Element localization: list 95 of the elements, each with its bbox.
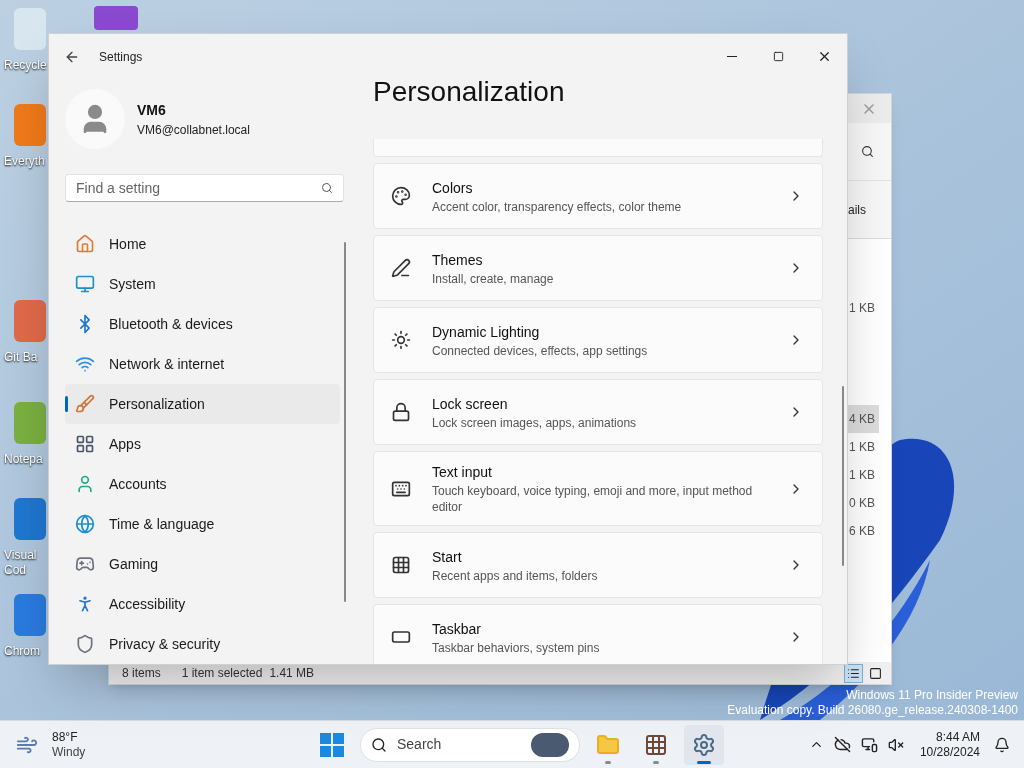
monitor-icon [75, 274, 95, 294]
setting-card[interactable]: Colors Accent color, transparency effects, color theme [373, 163, 823, 229]
window-title: Settings [99, 48, 143, 66]
nav-item[interactable]: System [65, 264, 340, 304]
file-size-cell-text: 1 KB [848, 467, 876, 484]
nav-item[interactable]: Bluetooth & devices [65, 304, 340, 344]
person-icon [75, 474, 95, 494]
nav-item[interactable]: Privacy & security [65, 624, 340, 664]
square-icon [869, 666, 882, 680]
nav-item[interactable]: Personalization [65, 384, 340, 424]
shortcut-label: Visual [4, 548, 37, 563]
wifi-icon [75, 354, 95, 374]
shortcut-label: Everyth [4, 154, 45, 169]
file-size-cell-text: 6 KB [848, 523, 876, 540]
gamepad-icon [75, 554, 95, 574]
setting-card[interactable]: Lock screen Lock screen images, apps, animations [373, 379, 823, 445]
page-title: Personalization [373, 75, 566, 109]
shield-icon [75, 634, 95, 654]
card-title: Taskbar [432, 619, 483, 639]
setting-card[interactable]: Start Recent apps and items, folders [373, 532, 823, 598]
toolbar-label[interactable]: ails [848, 200, 866, 219]
selection-status: 1 item selected [181, 665, 263, 682]
card-description: Recent apps and items, folders [432, 567, 599, 584]
app-shortcut-icon[interactable] [14, 300, 46, 342]
home-icon [75, 234, 95, 254]
network-icon[interactable] [860, 736, 878, 753]
card-title: Start [432, 547, 463, 567]
user-email: VM6@collabnet.local [137, 121, 250, 139]
nav-item[interactable]: Accessibility [65, 584, 340, 624]
volume-muted-icon[interactable] [887, 736, 904, 753]
taskbar-app-button[interactable] [684, 724, 724, 765]
shortcut-label: Recycle [4, 58, 47, 73]
search-icon [371, 736, 387, 753]
find-setting-field[interactable]: Find a setting [65, 174, 344, 202]
weather-condition: Windy [52, 744, 86, 760]
search-icon [321, 182, 333, 194]
details-view-button[interactable] [844, 663, 863, 683]
clock-date: 10/28/2024 [919, 744, 980, 760]
setting-card[interactable]: Text input Touch keyboard, voice typing, emoji and more, input method editor [373, 451, 823, 526]
card-title: Themes [432, 250, 484, 270]
nav-item[interactable]: Network & internet [65, 344, 340, 384]
nav-item[interactable]: Home [65, 224, 340, 264]
shortcut-label: Git Ba [4, 350, 38, 365]
start-button[interactable] [320, 732, 344, 757]
nav-item[interactable]: Time & language [65, 504, 340, 544]
file-size-cell-text: 0 KB [848, 495, 876, 512]
palette-icon [391, 186, 411, 206]
card-title: Colors [432, 178, 474, 198]
shortcut-label: Notepa [4, 452, 43, 467]
notification-bell-icon[interactable] [994, 736, 1010, 753]
apps-icon [75, 434, 95, 454]
pen-icon [391, 258, 411, 278]
card-title: Text input [432, 463, 493, 482]
card-description: Install, create, manage [432, 270, 555, 287]
nav-item[interactable]: Apps [65, 424, 340, 464]
card-description: Lock screen images, apps, animations [432, 414, 638, 431]
brush-icon [75, 394, 95, 414]
file-size-cell-text: 1 KB [848, 300, 876, 317]
watermark-text: Windows 11 Pro Insider Preview [846, 688, 1018, 703]
card-description: Touch keyboard, voice typing, emoji and more, input method editor [432, 483, 754, 515]
user-name: VM6 [137, 100, 167, 120]
card-description: Accent color, transparency effects, color theme [432, 198, 683, 215]
cloud-off-icon[interactable] [833, 736, 851, 753]
setting-card[interactable]: Dynamic Lighting Connected devices, effects, app settings [373, 307, 823, 373]
globe-icon [75, 514, 95, 534]
nav-item[interactable]: Gaming [65, 544, 340, 584]
app-shortcut-icon[interactable] [14, 498, 46, 540]
gear-icon [692, 732, 716, 757]
item-count: 8 items [122, 665, 161, 682]
card-description: Taskbar behaviors, system pins [432, 639, 601, 656]
selection-size: 1.41 MB [269, 665, 315, 682]
app-icon [644, 732, 668, 757]
clock-time: 8:44 AM [935, 729, 980, 745]
search-highlight-icon [531, 732, 569, 757]
taskbar-search-field[interactable]: Search [360, 727, 580, 762]
card-title: Lock screen [432, 394, 509, 414]
shortcut-label: Chrom [4, 644, 40, 659]
shortcut-label: Cod [4, 563, 26, 578]
list-icon [847, 666, 860, 680]
search-icon[interactable] [861, 145, 874, 158]
maximize-icon [772, 51, 784, 62]
temperature: 88°F [52, 729, 79, 745]
card-title: Dynamic Lighting [432, 322, 541, 342]
nav-item[interactable]: Accounts [65, 464, 340, 504]
selection-indicator [65, 396, 68, 412]
setting-card[interactable]: Taskbar Taskbar behaviors, system pins [373, 604, 823, 664]
setting-card[interactable]: Themes Install, create, manage [373, 235, 823, 301]
light-icon [391, 330, 411, 350]
folder-icon [596, 732, 620, 757]
app-shortcut-icon[interactable] [14, 594, 46, 636]
lock-screen-icon [391, 402, 411, 422]
start-menu-icon [391, 555, 411, 575]
minimize-icon [727, 56, 737, 57]
card-description: Connected devices, effects, app settings [432, 342, 649, 359]
file-size-cell-text: 1 KB [848, 439, 876, 456]
